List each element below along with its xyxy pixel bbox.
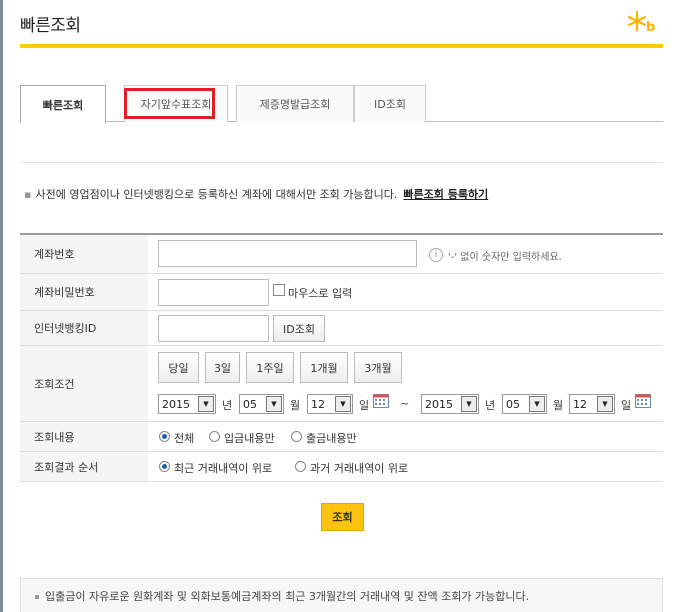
- content-all-radio[interactable]: [159, 431, 170, 442]
- period-row: 조회조건 당일 3일 1주일 1개월 3개월 2015 ▼ 년 05 ▼ 월 12 ▼…: [20, 346, 663, 422]
- from-month-select[interactable]: 05 ▼: [239, 394, 284, 414]
- to-month-select[interactable]: 05 ▼: [502, 394, 547, 414]
- account-number-input[interactable]: [158, 240, 417, 267]
- svg-text:b: b: [646, 20, 655, 34]
- chevron-down-icon: ▼: [529, 396, 545, 412]
- account-password-row: 계좌비밀번호 마우스로 입력: [20, 274, 663, 311]
- account-password-label: 계좌비밀번호: [20, 274, 148, 310]
- to-year-select[interactable]: 2015 ▼: [421, 394, 479, 414]
- info-icon: i: [429, 248, 443, 262]
- period-today-button[interactable]: 당일: [158, 352, 199, 383]
- to-day-select[interactable]: 12 ▼: [569, 394, 615, 414]
- from-day-select[interactable]: 12 ▼: [307, 394, 353, 414]
- order-label: 조회결과 순서: [20, 452, 148, 481]
- content-row: 조회내용 전체 입금내용만 출금내용만: [20, 422, 663, 452]
- title-divider: [20, 44, 663, 48]
- kb-star-logo-icon: b: [628, 10, 655, 34]
- calendar-icon[interactable]: [635, 394, 651, 408]
- mouse-input-label: 마우스로 입력: [288, 287, 353, 300]
- chevron-down-icon: ▼: [597, 396, 613, 412]
- bottom-notice: 입출금이 자유로운 원화계좌 및 외화보통예금계좌의 최근 3개월간의 거래내역…: [35, 588, 529, 604]
- page-title: 빠른조회: [20, 16, 81, 36]
- content-label: 조회내용: [20, 422, 148, 451]
- tab-cashiers-check[interactable]: 자기앞수표조회: [124, 85, 228, 122]
- order-recent-radio[interactable]: [159, 461, 170, 472]
- order-row: 조회결과 순서 최근 거래내역이 위로 과거 거래내역이 위로: [20, 452, 663, 482]
- account-number-row: 계좌번호 i '-' 없이 숫자만 입력하세요.: [20, 235, 663, 274]
- period-1week-button[interactable]: 1주일: [246, 352, 294, 383]
- tab-quick-inquiry[interactable]: 빠른조회: [20, 85, 106, 123]
- tab-bar: 빠른조회 자기앞수표조회 제증명발급조회 ID조회: [20, 85, 663, 123]
- submit-button[interactable]: 조회: [321, 503, 364, 531]
- from-year-select[interactable]: 2015 ▼: [158, 394, 216, 414]
- chevron-down-icon: ▼: [198, 396, 214, 412]
- window-left-edge: [0, 0, 3, 612]
- internet-banking-id-label: 인터넷뱅킹ID: [20, 311, 148, 345]
- registration-notice: ▪ 사전에 영업점이나 인터넷뱅킹으로 등록하신 계좌에 대해서만 조회 가능합니…: [24, 186, 488, 202]
- section-divider: [20, 162, 663, 163]
- content-deposit-radio[interactable]: [209, 431, 220, 442]
- internet-banking-id-input[interactable]: [158, 315, 269, 342]
- chevron-down-icon: ▼: [266, 396, 282, 412]
- mouse-input-checkbox[interactable]: [273, 284, 285, 296]
- internet-banking-id-row: 인터넷뱅킹ID ID조회: [20, 311, 663, 346]
- period-1month-button[interactable]: 1개월: [300, 352, 348, 383]
- account-number-label: 계좌번호: [20, 235, 148, 273]
- bullet-icon: [35, 595, 39, 599]
- date-separator: ~: [400, 397, 410, 410]
- bottom-notice-box: 입출금이 자유로운 원화계좌 및 외화보통예금계좌의 최근 3개월간의 거래내역…: [20, 578, 663, 612]
- id-lookup-button[interactable]: ID조회: [273, 315, 325, 342]
- period-label: 조회조건: [20, 346, 148, 421]
- tab-id-inquiry[interactable]: ID조회: [354, 85, 426, 122]
- inquiry-form: 계좌번호 i '-' 없이 숫자만 입력하세요. 계좌비밀번호 마우스로 입력 …: [20, 233, 663, 482]
- account-number-hint: '-' 없이 숫자만 입력하세요.: [448, 252, 562, 263]
- period-3months-button[interactable]: 3개월: [354, 352, 402, 383]
- calendar-icon[interactable]: [373, 394, 389, 408]
- order-past-radio[interactable]: [295, 461, 306, 472]
- notice-text: 사전에 영업점이나 인터넷뱅킹으로 등록하신 계좌에 대해서만 조회 가능합니다…: [35, 188, 398, 201]
- chevron-down-icon: ▼: [335, 396, 351, 412]
- register-link[interactable]: 빠른조회 등록하기: [403, 188, 488, 201]
- account-password-input[interactable]: [158, 279, 269, 306]
- chevron-down-icon: ▼: [461, 396, 477, 412]
- content-withdrawal-radio[interactable]: [291, 431, 302, 442]
- period-3days-button[interactable]: 3일: [205, 352, 240, 383]
- bullet-icon: ▪: [24, 188, 32, 201]
- tab-certificate[interactable]: 제증명발급조회: [236, 85, 354, 122]
